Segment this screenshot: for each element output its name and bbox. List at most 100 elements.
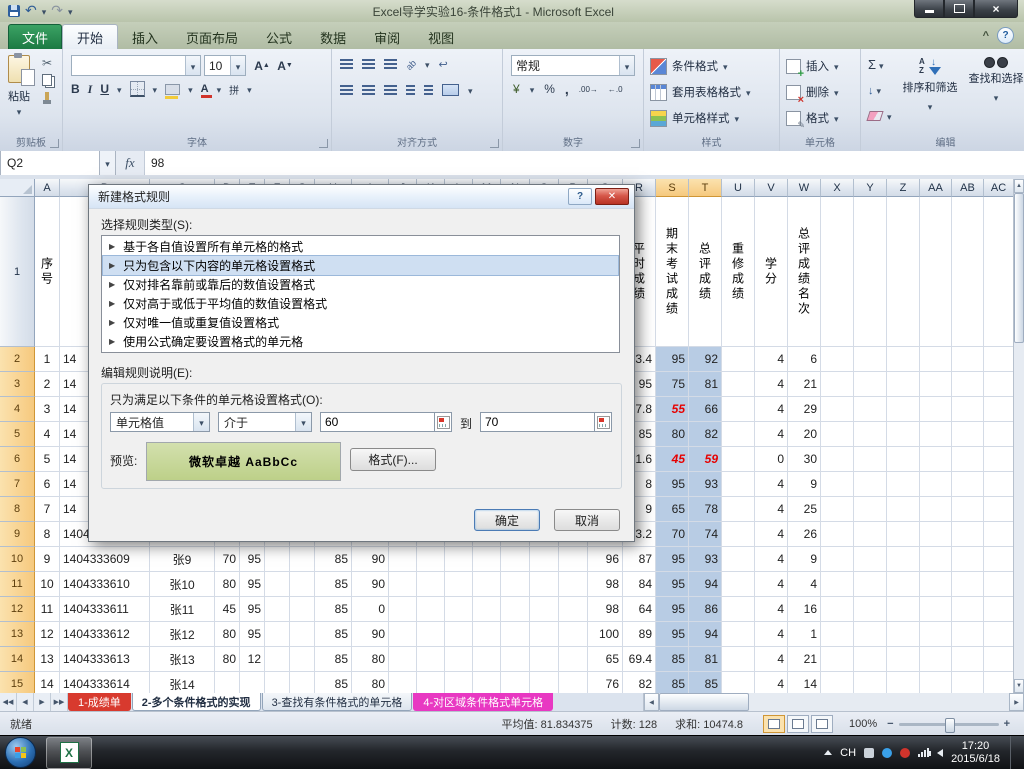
cell-Z10[interactable] [887,547,920,572]
fill-color-dropdown-icon[interactable] [188,82,193,96]
first-sheet-button[interactable]: ◀◀ [0,693,17,711]
name-box-dropdown[interactable] [100,151,116,175]
orientation-icon[interactable] [406,57,416,71]
cell-Y12[interactable] [854,597,887,622]
cell-T15[interactable]: 85 [689,672,722,693]
cell-H10[interactable]: 85 [315,547,352,572]
min-range-picker-button[interactable] [435,412,452,432]
cell-Z9[interactable] [887,522,920,547]
cell-S4[interactable]: 55 [656,397,689,422]
cell-AC6[interactable] [984,447,1014,472]
cell-R15[interactable]: 82 [623,672,656,693]
cell-T7[interactable]: 93 [689,472,722,497]
fill-button[interactable] [868,83,881,97]
row-header-7[interactable]: 7 [0,472,35,497]
cell-Q11[interactable]: 98 [588,572,623,597]
cell-S15[interactable]: 85 [656,672,689,693]
cell-AC9[interactable] [984,522,1014,547]
cell-D12[interactable]: 45 [215,597,240,622]
cell-value-combo-dropdown[interactable] [193,413,209,431]
cell-Y13[interactable] [854,622,887,647]
cell-AC12[interactable] [984,597,1014,622]
cell-X10[interactable] [821,547,854,572]
sheet-tab-3-查找有条件格式的单元格[interactable]: 3-查找有条件格式的单元格 [261,693,413,711]
cell-Y7[interactable] [854,472,887,497]
minimize-ribbon-icon[interactable]: ^ [983,30,989,42]
cell-B15[interactable]: 1404333614 [60,672,150,693]
font-color-icon[interactable]: A [200,83,212,98]
cell-O13[interactable] [530,622,559,647]
cell-U5[interactable] [722,422,755,447]
cell-S7[interactable]: 95 [656,472,689,497]
name-box[interactable]: Q2 [0,151,100,175]
tray-clock[interactable]: 17:20 2015/6/18 [951,740,1000,766]
cell-V4[interactable]: 4 [755,397,788,422]
cell-D11[interactable]: 80 [215,572,240,597]
cancel-button[interactable]: 取消 [554,509,620,531]
cell-S9[interactable]: 70 [656,522,689,547]
start-button[interactable] [5,737,36,768]
increase-indent-icon[interactable] [424,84,433,96]
row-header-14[interactable]: 14 [0,647,35,672]
cell-V5[interactable]: 4 [755,422,788,447]
cell-L12[interactable] [445,597,473,622]
cell-S6[interactable]: 45 [656,447,689,472]
cell-P14[interactable] [559,647,588,672]
cell-K13[interactable] [417,622,445,647]
row-header-15[interactable]: 15 [0,672,35,693]
row-header-4[interactable]: 4 [0,397,35,422]
cell-T8[interactable]: 78 [689,497,722,522]
cell-A11[interactable]: 10 [35,572,60,597]
cell-C12[interactable]: 张11 [150,597,215,622]
cell-Q10[interactable]: 96 [588,547,623,572]
align-top-icon[interactable] [340,58,353,70]
cell-Z3[interactable] [887,372,920,397]
cell-P11[interactable] [559,572,588,597]
hidden-icons-button[interactable] [824,750,833,755]
cell-I11[interactable]: 90 [352,572,389,597]
cell-O10[interactable] [530,547,559,572]
cell-F12[interactable] [265,597,290,622]
cell-AB12[interactable] [952,597,984,622]
column-header-X[interactable]: X [821,179,854,197]
cell-J14[interactable] [389,647,417,672]
cell-styles-button[interactable]: 单元格样式 [650,107,739,129]
row-header-3[interactable]: 3 [0,372,35,397]
cell-F10[interactable] [265,547,290,572]
orientation-dropdown-icon[interactable] [425,57,430,71]
format-painter-button[interactable] [38,88,56,105]
cell-A9[interactable]: 8 [35,522,60,547]
cell-S2[interactable]: 95 [656,347,689,372]
cell-U6[interactable] [722,447,755,472]
cell-M12[interactable] [473,597,501,622]
rule-type-item-0[interactable]: 基于各自值设置所有单元格的格式 [103,237,618,256]
cell-Z11[interactable] [887,572,920,597]
dialog-title-bar[interactable]: 新建格式规则 ? ✕ [89,185,634,209]
cell-Y2[interactable] [854,347,887,372]
cell-AB7[interactable] [952,472,984,497]
undo-icon[interactable] [25,4,37,18]
decrease-indent-icon[interactable] [406,84,415,96]
row-header-10[interactable]: 10 [0,547,35,572]
cell-Q14[interactable]: 65 [588,647,623,672]
cell-A6[interactable]: 5 [35,447,60,472]
number-format-combo[interactable]: 常规 [511,55,635,76]
column-header-Y[interactable]: Y [854,179,887,197]
cell-T2[interactable]: 92 [689,347,722,372]
cell-Y6[interactable] [854,447,887,472]
cell-U11[interactable] [722,572,755,597]
cell-A5[interactable]: 4 [35,422,60,447]
accounting-dropdown-icon[interactable] [530,82,535,96]
cell-AC5[interactable] [984,422,1014,447]
cell-E13[interactable]: 95 [240,622,265,647]
file-tab[interactable]: 文件 [8,24,62,49]
column-header-A[interactable]: A [35,179,60,197]
cell-H11[interactable]: 85 [315,572,352,597]
cell-X9[interactable] [821,522,854,547]
font-name-dropdown[interactable] [185,56,200,75]
ribbon-tab-审阅[interactable]: 审阅 [360,25,414,49]
cell-X11[interactable] [821,572,854,597]
scroll-right-button[interactable]: ▶ [1009,693,1024,711]
insert-cells-button[interactable]: 插入 [786,55,839,80]
cell-X3[interactable] [821,372,854,397]
